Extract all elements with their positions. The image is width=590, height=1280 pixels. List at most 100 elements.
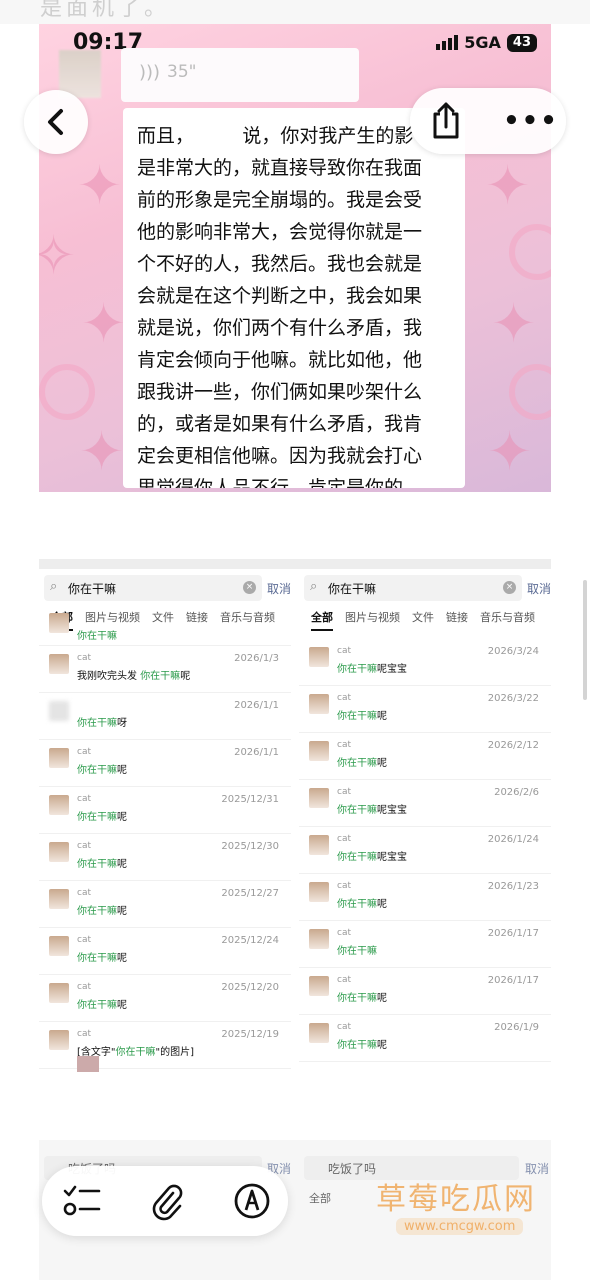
attach-button[interactable] (143, 1177, 191, 1225)
clear-icon[interactable]: × (243, 581, 256, 594)
message-suffix: 呢 (117, 906, 127, 917)
search-row: ⌕ 你在干嘛 × 取消 (39, 575, 291, 603)
sender-name: cat (77, 935, 91, 945)
share-button[interactable] (410, 88, 482, 154)
list-item[interactable]: cat 你在干嘛呢 2025/12/20 (39, 975, 291, 1022)
list-item[interactable]: cat 你在干嘛呢宝宝 2026/2/6 (299, 780, 551, 827)
message-highlight: 你在干嘛 (77, 765, 117, 776)
decor-flower-icon: ✦ (485, 154, 531, 217)
message-text: 你在干嘛呢 (77, 902, 127, 917)
list-item[interactable]: cat 你在干嘛呢 2025/12/30 (39, 834, 291, 881)
list-item[interactable]: cat 你在干嘛呢 2025/12/31 (39, 787, 291, 834)
message-highlight: 你在干嘛 (337, 852, 377, 863)
voice-duration: 35" (167, 62, 197, 82)
avatar (49, 613, 69, 633)
message-text: 你在干嘛 (337, 942, 377, 957)
sender-name: cat (337, 834, 351, 844)
cancel-button[interactable]: 取消 (527, 580, 551, 597)
message-date: 2026/1/1 (234, 700, 279, 711)
tab-audio[interactable]: 音乐与音频 (480, 609, 535, 631)
list-item[interactable]: cat 你在干嘛呢 2026/3/22 (299, 686, 551, 733)
back-button[interactable] (24, 90, 88, 154)
avatar (309, 694, 329, 714)
message-text: 你在干嘛呢 (77, 996, 127, 1011)
message-suffix: 呀 (117, 718, 127, 729)
checklist-button[interactable] (58, 1177, 106, 1225)
sender-name: cat (77, 794, 91, 804)
markup-toolbar (42, 1166, 288, 1236)
message-date: 2026/1/23 (487, 881, 539, 892)
tab-files[interactable]: 文件 (412, 609, 434, 631)
list-item[interactable]: 你在干嘛呀 2026/1/1 (39, 693, 291, 740)
message-highlight: 你在干嘛 (77, 718, 117, 729)
tab-media[interactable]: 图片与视频 (345, 609, 400, 631)
list-item[interactable]: cat 你在干嘛呢 2026/1/1 (39, 740, 291, 787)
message-date: 2026/2/6 (494, 787, 539, 798)
tab-links[interactable]: 链接 (446, 609, 468, 631)
message-highlight: 你在干嘛 (337, 805, 377, 816)
list-item[interactable]: cat 你在干嘛呢 2026/2/12 (299, 733, 551, 780)
message-highlight: 你在干嘛 (77, 812, 117, 823)
sender-name: cat (77, 841, 91, 851)
result-list: 你在干嘛 cat 我刚吹完头发 你在干嘛呢 2026/1/3 你在干嘛呀 2026/1/… (39, 613, 291, 1072)
decor-flower-icon: ✦ (81, 292, 127, 355)
avatar (49, 842, 69, 862)
decor-flower-icon: ✧ (39, 224, 77, 287)
status-icons: 5GA 43 (436, 33, 537, 52)
message-suffix: 呢 (117, 953, 127, 964)
avatar (49, 936, 69, 956)
message-suffix: 呢 (377, 1040, 387, 1051)
list-item[interactable]: cat 你在干嘛呢宝宝 2026/1/24 (299, 827, 551, 874)
message-highlight: 你在干嘛 (140, 671, 181, 682)
search-row: ⌕ 你在干嘛 × 取消 (299, 575, 551, 603)
result-tabs: 全部 图片与视频 文件 链接 音乐与音频 (299, 609, 551, 631)
avatar (49, 1030, 69, 1050)
list-item[interactable]: cat 你在干嘛呢 2026/1/23 (299, 874, 551, 921)
list-item[interactable]: cat 你在干嘛呢 2025/12/24 (39, 928, 291, 975)
list-item[interactable]: cat 你在干嘛呢 2025/12/27 (39, 881, 291, 928)
voice-message-bubble[interactable]: ))) 35" (121, 48, 359, 102)
message-date: 2026/1/3 (234, 653, 279, 664)
cancel-button[interactable]: 取消 (267, 580, 291, 597)
list-item[interactable]: cat [含文字"你在干嘛"的图片] 2025/12/19 (39, 1022, 291, 1072)
clear-icon[interactable]: × (503, 581, 516, 594)
avatar (309, 929, 329, 949)
search-input[interactable]: ⌕ 你在干嘛 × (304, 575, 522, 601)
list-item[interactable]: 你在干嘛 (39, 613, 291, 646)
avatar (309, 976, 329, 996)
message-date: 2026/1/1 (234, 747, 279, 758)
message-suffix: 呢宝宝 (377, 664, 407, 675)
message-suffix: 呢 (180, 671, 191, 682)
list-item[interactable]: cat 你在干嘛呢 2026/1/9 (299, 1015, 551, 1062)
watermark-url: www.cmcgw.com (396, 1218, 524, 1235)
list-item[interactable]: cat 你在干嘛呢宝宝 2026/3/24 (299, 639, 551, 686)
list-item[interactable]: cat 我刚吹完头发 你在干嘛呢 2026/1/3 (39, 646, 291, 693)
tab-all[interactable]: 全部 (311, 609, 333, 631)
message-text: 我刚吹完头发 你在干嘛呢 (77, 667, 190, 682)
message-suffix: 呢宝宝 (377, 852, 407, 863)
message-suffix: 呢 (377, 993, 387, 1004)
search-input[interactable]: ⌕ 你在干嘛 × (44, 575, 262, 601)
message-text: 你在干嘛呢 (77, 761, 127, 776)
decor-flower-icon: ✦ (487, 420, 533, 483)
list-item[interactable]: cat 你在干嘛 2026/1/17 (299, 921, 551, 968)
message-text: 你在干嘛呢 (337, 989, 387, 1004)
more-button[interactable]: ••• (496, 88, 566, 154)
message-highlight: 你在干嘛 (337, 993, 377, 1004)
search-query: 你在干嘛 (328, 582, 377, 596)
search-results-right: ⌕ 你在干嘛 × 取消 全部 图片与视频 文件 链接 音乐与音频 cat 你在干嘛… (299, 569, 551, 1072)
message-suffix: 呢宝宝 (377, 805, 407, 816)
markup-button[interactable] (228, 1177, 276, 1225)
scroll-indicator[interactable] (583, 580, 587, 700)
message-text: 你在干嘛呀 (77, 714, 127, 729)
list-item[interactable]: cat 你在干嘛呢 2026/1/17 (299, 968, 551, 1015)
tab-all[interactable]: 全部 (309, 1190, 331, 1206)
message-highlight: 你在干嘛 (77, 906, 117, 917)
message-suffix: 呢 (377, 899, 387, 910)
message-text: 你在干嘛呢 (77, 949, 127, 964)
image-thumbnail[interactable] (77, 1056, 99, 1072)
decor-circle (509, 224, 551, 280)
message-date: 2025/12/30 (221, 841, 279, 852)
avatar (49, 748, 69, 768)
message-highlight: 你在干嘛 (77, 953, 117, 964)
